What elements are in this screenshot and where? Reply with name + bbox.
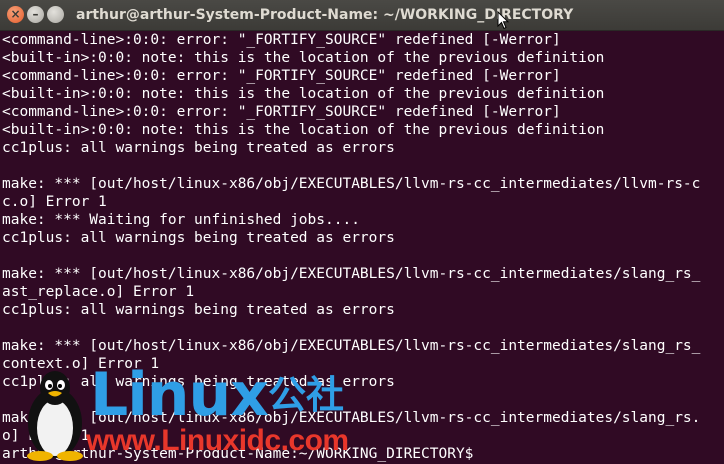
terminal-line: make: *** [out/host/linux-x86/obj/EXECUT…	[2, 338, 701, 354]
terminal-line: cc1plus: all warnings being treated as e…	[2, 230, 395, 246]
terminal-line: <command-line>:0:0: error: "_FORTIFY_SOU…	[2, 32, 561, 48]
terminal-line: make: *** [out/host/linux-x86/obj/EXECUT…	[2, 266, 701, 282]
mouse-pointer-icon	[497, 11, 509, 30]
terminal-line: <command-line>:0:0: error: "_FORTIFY_SOU…	[2, 104, 561, 120]
terminal-line: make: *** Waiting for unfinished jobs...…	[2, 212, 360, 228]
window-titlebar[interactable]: × – arthur@arthur-System-Product-Name: ~…	[0, 0, 724, 31]
terminal-line: <built-in>:0:0: note: this is the locati…	[2, 122, 605, 138]
terminal-line: cc1plus: all warnings being treated as e…	[2, 140, 395, 156]
terminal-line: c.o] Error 1	[2, 194, 107, 210]
watermark-logo: Linux 公社 www.Linuxidc.com	[20, 360, 380, 464]
watermark-brand-cn: 公社	[268, 373, 345, 417]
maximize-button[interactable]	[47, 6, 64, 23]
terminal-line: <command-line>:0:0: error: "_FORTIFY_SOU…	[2, 68, 561, 84]
minimize-button[interactable]: –	[27, 6, 44, 23]
terminal-line: cc1plus: all warnings being treated as e…	[2, 302, 395, 318]
terminal-line: <built-in>:0:0: note: this is the locati…	[2, 86, 605, 102]
terminal-line: <built-in>:0:0: note: this is the locati…	[2, 50, 605, 66]
watermark-brand: Linux	[90, 360, 269, 430]
terminal-line: ast_replace.o] Error 1	[2, 284, 195, 300]
watermark-url: www.Linuxidc.com	[86, 424, 349, 457]
terminal-line: make: *** [out/host/linux-x86/obj/EXECUT…	[2, 176, 701, 192]
close-button[interactable]: ×	[7, 6, 24, 23]
tux-penguin-icon	[27, 371, 83, 461]
